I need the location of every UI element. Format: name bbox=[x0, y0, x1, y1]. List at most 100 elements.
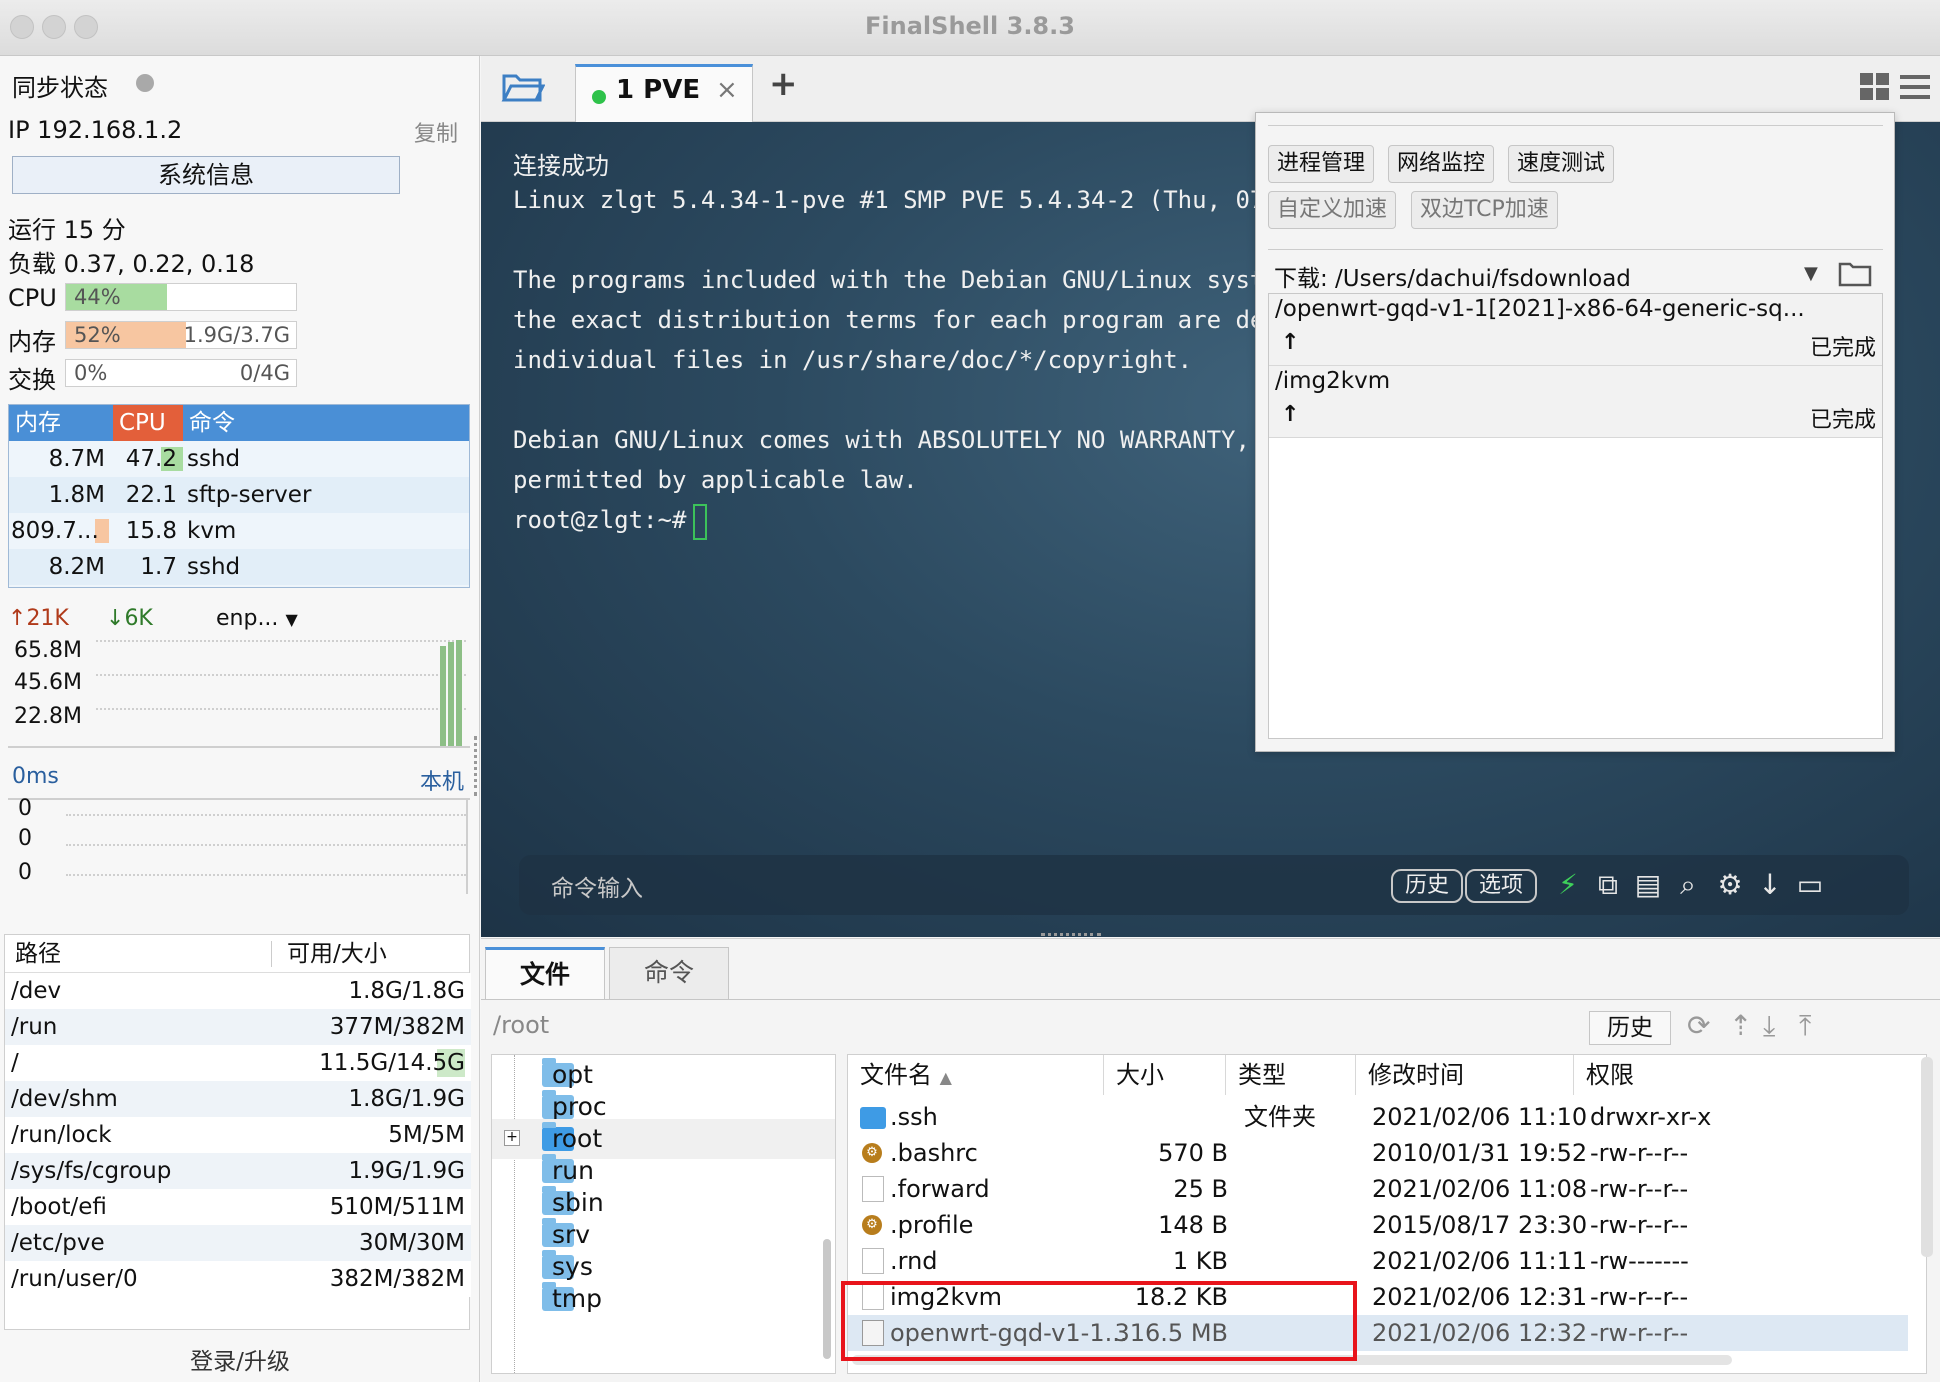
disk-row[interactable]: /dev/shm 1.8G/1.9G bbox=[5, 1081, 471, 1117]
process-row[interactable]: 8.7M 47.2 sshd bbox=[9, 441, 469, 477]
download-item[interactable]: /openwrt-gqd-v1-1[2021]-x86-64-generic-s… bbox=[1269, 294, 1882, 366]
download-item[interactable]: /img2kvm ↑ 已完成 bbox=[1269, 366, 1882, 438]
split-resize-handle[interactable] bbox=[1041, 933, 1101, 939]
upload-rate: ↑21K bbox=[8, 606, 69, 631]
expand-icon[interactable]: + bbox=[504, 1130, 520, 1146]
column-header-type[interactable]: 类型 bbox=[1226, 1055, 1356, 1095]
tab-files[interactable]: 文件 bbox=[485, 947, 605, 999]
column-header-name[interactable]: 文件名 ▲ bbox=[848, 1055, 1104, 1095]
load-average: 负载 0.37, 0.22, 0.18 bbox=[8, 250, 255, 278]
disk-row[interactable]: /boot/efi 510M/511M bbox=[5, 1189, 471, 1225]
connected-status-icon bbox=[592, 90, 606, 104]
disk-table: 路径 可用/大小 /dev 1.8G/1.8G /run 377M/382M /11… bbox=[4, 934, 471, 1330]
gear-icon[interactable]: ⚙ bbox=[1713, 867, 1747, 903]
highlight-box bbox=[841, 1281, 1357, 1361]
arrow-up-icon: ↑ bbox=[1281, 330, 1300, 355]
close-tab-icon[interactable]: × bbox=[716, 75, 738, 105]
upload-file-icon[interactable]: ⤒ bbox=[1799, 1009, 1811, 1043]
cpu-label: CPU bbox=[8, 284, 57, 312]
disk-row[interactable]: /sys/fs/cgroup 1.9G/1.9G bbox=[5, 1153, 471, 1189]
file-row[interactable]: .ssh 文件夹 2021/02/06 11:10 drwxr-xr-x bbox=[848, 1099, 1908, 1135]
refresh-icon[interactable]: ⟳ bbox=[1687, 1009, 1710, 1042]
download-file-icon[interactable]: ⤓ bbox=[1763, 1009, 1775, 1043]
disk-row[interactable]: /dev 1.8G/1.8G bbox=[5, 973, 471, 1009]
interface-select[interactable]: enp... ▼ bbox=[216, 606, 298, 631]
file-row[interactable]: ⚙ .bashrc 570 B 2010/01/31 19:52 -rw-r--… bbox=[848, 1135, 1908, 1171]
tab-commands[interactable]: 命令 bbox=[609, 947, 729, 999]
arrow-down-icon: ↓ bbox=[106, 606, 125, 631]
proc-header-cmd[interactable]: 命令 bbox=[183, 405, 469, 441]
proc-header-cpu[interactable]: CPU bbox=[113, 405, 183, 441]
open-folder-icon[interactable] bbox=[501, 70, 546, 106]
column-header-mtime[interactable]: 修改时间 bbox=[1356, 1055, 1574, 1095]
file-row[interactable]: ⚙ .profile 148 B 2015/08/17 23:30 -rw-r-… bbox=[848, 1207, 1908, 1243]
tree-node[interactable]: tmp bbox=[492, 1279, 835, 1319]
path-history-button[interactable]: 历史 bbox=[1589, 1011, 1671, 1045]
process-row[interactable]: 809.7... 15.8 kvm bbox=[9, 513, 469, 549]
terminal-line: individual files in /usr/share/doc/*/cop… bbox=[513, 346, 1193, 374]
dual-tcp-accel-button[interactable]: 双边TCP加速 bbox=[1411, 191, 1558, 229]
file-row[interactable]: .rnd 1 KB 2021/02/06 11:11 -rw------- bbox=[848, 1243, 1908, 1279]
ping-ms: 0ms bbox=[12, 764, 59, 789]
folder-icon[interactable] bbox=[1838, 259, 1872, 287]
download-rate: ↓6K bbox=[106, 606, 153, 631]
sidebar: 同步状态 IP 192.168.1.2 复制 系统信息 运行 15 分 负载 0… bbox=[0, 56, 480, 1382]
path-dropdown-icon[interactable]: ▼ bbox=[1804, 263, 1818, 284]
history-button[interactable]: 历史 bbox=[1391, 869, 1464, 903]
menu-icon[interactable] bbox=[1899, 72, 1931, 102]
copy-ip-button[interactable]: 复制 bbox=[414, 116, 458, 148]
speed-test-button[interactable]: 速度测试 bbox=[1508, 145, 1615, 183]
title-bar: FinalShell 3.8.3 bbox=[0, 0, 1940, 56]
command-bar: 命令输入 历史 选项 ⚡ ⧉ ▤ ⌕ ⚙ ↓ ▭ bbox=[519, 855, 1909, 915]
copy-icon[interactable]: ⧉ bbox=[1591, 867, 1625, 903]
add-tab-button[interactable]: + bbox=[769, 64, 798, 104]
disk-row[interactable]: /run 377M/382M bbox=[5, 1009, 471, 1045]
directory-tree: opt proc + root run sbin srv sys tmp bbox=[491, 1054, 836, 1374]
download-icon[interactable]: ↓ bbox=[1753, 867, 1787, 903]
terminal-line: Debian GNU/Linux comes with ABSOLUTELY N… bbox=[513, 426, 1279, 454]
disk-header-size[interactable]: 可用/大小 bbox=[287, 935, 387, 973]
tools-popup: 进程管理 网络监控 速度测试 自定义加速 双边TCP加速 下载: /Users/… bbox=[1255, 112, 1895, 752]
terminal-line: Linux zlgt 5.4.34-1-pve #1 SMP PVE 5.4.3… bbox=[513, 186, 1265, 214]
lightning-icon[interactable]: ⚡ bbox=[1551, 867, 1585, 903]
process-table: 内存 CPU 命令 8.7M 47.2 sshd 1.8M 22.1 sftp-… bbox=[8, 404, 470, 588]
custom-accel-button[interactable]: 自定义加速 bbox=[1268, 191, 1397, 229]
net-level: 45.6M bbox=[14, 670, 82, 695]
path-input[interactable]: /root bbox=[493, 1011, 549, 1039]
process-row[interactable]: 1.8M 22.1 sftp-server bbox=[9, 477, 469, 513]
process-row[interactable]: 8.2M 1.7 sshd bbox=[9, 549, 469, 585]
sync-status-label: 同步状态 bbox=[12, 74, 108, 102]
disk-row[interactable]: /etc/pve 30M/30M bbox=[5, 1225, 471, 1261]
disk-header-path[interactable]: 路径 bbox=[15, 935, 61, 973]
process-manager-button[interactable]: 进程管理 bbox=[1268, 145, 1375, 183]
ping-host[interactable]: 本机 bbox=[420, 764, 464, 796]
terminal-line: 连接成功 bbox=[513, 152, 609, 180]
options-button[interactable]: 选项 bbox=[1465, 869, 1538, 903]
terminal-cursor bbox=[693, 504, 707, 540]
disk-row[interactable]: /run/user/0 382M/382M bbox=[5, 1261, 471, 1297]
system-info-button[interactable]: 系统信息 bbox=[12, 156, 400, 194]
tree-scrollbar[interactable] bbox=[823, 1239, 831, 1359]
paste-icon[interactable]: ▤ bbox=[1631, 867, 1665, 903]
column-header-size[interactable]: 大小 bbox=[1104, 1055, 1226, 1095]
parent-dir-icon[interactable]: ⇡ bbox=[1729, 1009, 1752, 1042]
login-upgrade-button[interactable]: 登录/升级 bbox=[0, 1342, 480, 1376]
grid-layout-icon[interactable] bbox=[1859, 72, 1891, 102]
network-monitor-button[interactable]: 网络监控 bbox=[1388, 145, 1495, 183]
disk-row[interactable]: /run/lock 5M/5M bbox=[5, 1117, 471, 1153]
window-icon[interactable]: ▭ bbox=[1793, 867, 1827, 903]
command-input[interactable]: 命令输入 bbox=[551, 869, 643, 903]
swap-usage-bar: 0% 0/4G bbox=[65, 359, 297, 387]
search-icon[interactable]: ⌕ bbox=[1671, 867, 1705, 903]
net-graph-bar bbox=[448, 642, 454, 746]
disk-row[interactable]: /11.5G/14.5G bbox=[5, 1045, 471, 1081]
proc-header-mem[interactable]: 内存 bbox=[9, 405, 113, 441]
arrow-up-icon: ↑ bbox=[1281, 402, 1300, 427]
swap-label: 交换 bbox=[8, 366, 56, 394]
file-list-vscrollbar[interactable] bbox=[1921, 1057, 1933, 1257]
file-row[interactable]: .forward 25 B 2021/02/06 11:08 -rw-r--r-… bbox=[848, 1171, 1908, 1207]
window-title: FinalShell 3.8.3 bbox=[865, 12, 1075, 40]
panel-resize-handle[interactable] bbox=[474, 736, 478, 796]
tab-1-pve[interactable]: 1 PVE × bbox=[575, 64, 753, 122]
column-header-perm[interactable]: 权限 bbox=[1574, 1055, 1734, 1095]
